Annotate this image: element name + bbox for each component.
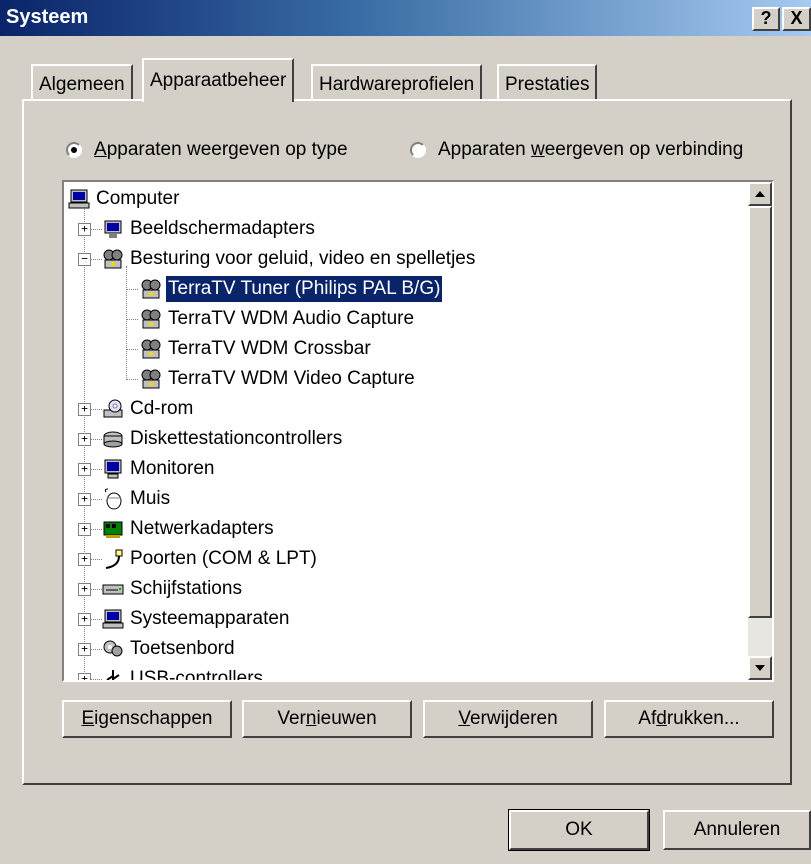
- tree-item-terratv-audio[interactable]: TerraTV WDM Audio Capture: [120, 304, 760, 334]
- tree-item-monitoren[interactable]: + Monitoren: [78, 454, 758, 484]
- radio-by-type-label[interactable]: Apparaten weergeven op type: [94, 139, 348, 161]
- scroll-thumb[interactable]: [748, 206, 772, 618]
- arrow-up-icon: [755, 191, 765, 197]
- arrow-down-icon: [755, 665, 765, 671]
- display-adapter-icon: [104, 220, 122, 238]
- multimedia-device-icon: [141, 339, 161, 359]
- scroll-down-button[interactable]: [748, 656, 772, 680]
- tab-algemeen[interactable]: Algemeen: [31, 64, 133, 100]
- properties-button[interactable]: Eigenschappen: [62, 700, 232, 738]
- scroll-up-button[interactable]: [748, 182, 772, 206]
- tree-scrollbar[interactable]: [748, 182, 772, 680]
- remove-button[interactable]: Verwijderen: [423, 700, 593, 738]
- tree-item-usb-controllers[interactable]: + USB-controllers: [78, 664, 758, 680]
- print-button[interactable]: Afdrukken...: [604, 700, 774, 738]
- cancel-button[interactable]: Annuleren: [663, 810, 811, 850]
- computer-icon: [68, 189, 90, 209]
- port-icon: [105, 549, 123, 569]
- multimedia-device-icon: [141, 369, 161, 389]
- title-bar[interactable]: [0, 0, 811, 36]
- help-button[interactable]: ?: [752, 7, 780, 31]
- tree-item-schijfstations[interactable]: + Schijfstations: [78, 574, 758, 604]
- multimedia-device-icon: [141, 279, 161, 299]
- refresh-button[interactable]: Vernieuwen: [242, 700, 412, 738]
- tree-item-netwerkadapters[interactable]: + Netwerkadapters: [78, 514, 758, 544]
- radio-by-connection-label[interactable]: Apparaten weergeven op verbinding: [438, 139, 743, 161]
- radio-by-type[interactable]: [66, 142, 82, 158]
- network-adapter-icon: [103, 521, 123, 538]
- tree-item-systeemapparaten[interactable]: + Systeemapparaten: [78, 604, 758, 634]
- multimedia-device-icon: [141, 309, 161, 329]
- disk-drive-icon: [102, 584, 124, 595]
- close-button[interactable]: X: [782, 7, 811, 31]
- ok-button[interactable]: OK: [508, 809, 650, 851]
- tree-item-terratv-crossbar[interactable]: TerraTV WDM Crossbar: [120, 334, 760, 364]
- cdrom-icon: [103, 399, 123, 418]
- tree-item-terratv-tuner[interactable]: TerraTV Tuner (Philips PAL B/G): [120, 274, 760, 304]
- floppy-controller-icon: [103, 431, 123, 448]
- system-device-icon: [102, 609, 124, 629]
- tree-item-toetsenbord[interactable]: + Toetsenbord: [78, 634, 758, 664]
- tree-item-poorten[interactable]: + Poorten (COM & LPT): [78, 544, 758, 574]
- window-title: Systeem: [6, 6, 89, 28]
- tree-item-cdrom[interactable]: + Cd-rom: [78, 394, 758, 424]
- tab-hardwareprofielen[interactable]: Hardwareprofielen: [311, 64, 483, 100]
- usb-icon: [106, 670, 120, 680]
- tree-item-beeldschermadapters[interactable]: + Beeldschermadapters: [78, 214, 758, 244]
- device-tree[interactable]: Computer + Beeldschermadapters − Besturi…: [62, 180, 774, 682]
- sound-video-game-icon: [103, 249, 123, 269]
- tree-item-muis[interactable]: + Muis: [78, 484, 758, 514]
- monitor-icon: [104, 459, 122, 479]
- tab-apparaatbeheer[interactable]: Apparaatbeheer: [142, 58, 295, 102]
- tree-item-diskettestation[interactable]: + Diskettestationcontrollers: [78, 424, 758, 454]
- mouse-icon: [104, 488, 122, 510]
- keyboard-icon: [103, 640, 123, 657]
- tree-item-besturing-geluid[interactable]: − Besturing voor geluid, video en spelle…: [78, 244, 758, 274]
- tab-prestaties[interactable]: Prestaties: [497, 64, 598, 100]
- radio-by-connection[interactable]: [410, 142, 426, 158]
- tree-item-terratv-video[interactable]: TerraTV WDM Video Capture: [120, 364, 760, 394]
